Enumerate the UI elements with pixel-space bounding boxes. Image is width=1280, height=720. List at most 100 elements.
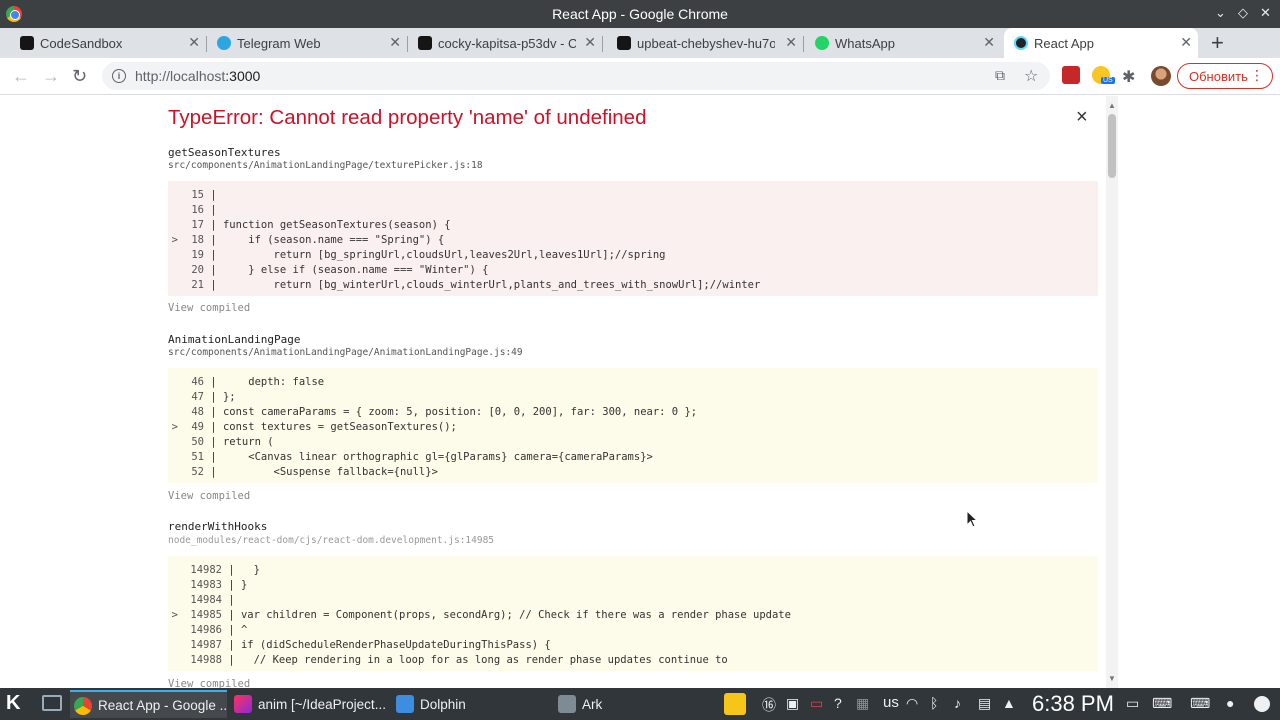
minimize-icon[interactable]: ⌄ bbox=[1215, 5, 1226, 21]
url-host: http://localhost bbox=[135, 68, 226, 84]
taskbar-item-ark[interactable]: Ark bbox=[554, 690, 704, 718]
tab-whatsapp[interactable]: WhatsApp ✕ bbox=[815, 28, 1001, 58]
code-line: 46 | depth: false bbox=[191, 376, 325, 388]
frame-function-name: AnimationLandingPage bbox=[168, 333, 301, 346]
taskbar-item-dolphin[interactable]: Dolphin bbox=[392, 690, 542, 718]
dolphin-icon bbox=[396, 695, 414, 713]
clipboard-icon[interactable]: ▤ bbox=[978, 695, 991, 712]
address-bar[interactable]: i http://localhost :3000 ⧉ ☆ bbox=[102, 62, 1050, 90]
code-line: 14987 | if (didScheduleRenderPhaseUpdate… bbox=[190, 639, 551, 651]
mouse-pointer-icon bbox=[966, 510, 978, 528]
reload-icon[interactable]: ↻ bbox=[72, 66, 87, 87]
forward-arrow-icon[interactable]: → bbox=[42, 66, 60, 87]
code-line: 48 | const cameraParams = { zoom: 5, pos… bbox=[191, 406, 698, 418]
bookmark-star-icon[interactable]: ☆ bbox=[1024, 66, 1038, 86]
close-tab-icon[interactable]: ✕ bbox=[389, 34, 401, 51]
frame-file-path[interactable]: node_modules/react-dom/cjs/react-dom.dev… bbox=[168, 535, 494, 546]
code-line-highlighted: >14985 | var children = Component(props,… bbox=[171, 609, 791, 621]
keyboard-icon[interactable]: ⌨ bbox=[1190, 695, 1210, 712]
code-line: 47 | }; bbox=[191, 391, 236, 403]
user-switcher-icon[interactable] bbox=[1254, 696, 1270, 712]
tray-update-icon[interactable]: ⑯ bbox=[762, 695, 776, 715]
show-desktop-icon[interactable]: ▭ bbox=[1126, 695, 1139, 712]
tray-help-icon[interactable]: ? bbox=[834, 695, 842, 711]
tab-separator bbox=[803, 36, 804, 52]
new-tab-button[interactable]: + bbox=[1211, 30, 1224, 56]
taskbar-item-label: anim [~/IdeaProject... bbox=[258, 696, 386, 712]
tab-label: CodeSandbox bbox=[40, 35, 123, 51]
info-icon[interactable]: i bbox=[112, 69, 126, 83]
code-line-highlighted: >18 | if (season.name === "Spring") { bbox=[171, 234, 445, 246]
error-title: TypeError: Cannot read property 'name' o… bbox=[168, 106, 647, 129]
desktop-pager-icon[interactable] bbox=[42, 695, 62, 711]
scrollbar-thumb[interactable] bbox=[1108, 114, 1116, 178]
tab-label: Telegram Web bbox=[237, 35, 321, 51]
tray-image-icon[interactable]: ▣ bbox=[786, 695, 799, 712]
tray-display-icon[interactable]: ▦ bbox=[856, 695, 869, 712]
window-titlebar: React App - Google Chrome ⌄ ◇ ✕ bbox=[0, 0, 1280, 28]
maximize-icon[interactable]: ◇ bbox=[1238, 5, 1248, 21]
tab-react-app[interactable]: React App ✕ bbox=[1004, 28, 1198, 58]
chrome-icon bbox=[74, 697, 92, 715]
scrollbar-track[interactable] bbox=[1106, 96, 1118, 688]
keyboard-layout[interactable]: us bbox=[883, 694, 899, 711]
system-taskbar: K React App - Google ... anim [~/IdeaPro… bbox=[0, 688, 1280, 720]
tab-cocky-kapitsa[interactable]: cocky-kapitsa-p53dv - Co ✕ bbox=[418, 28, 603, 58]
close-tab-icon[interactable]: ✕ bbox=[188, 34, 200, 51]
tray-screen-icon[interactable]: ▭ bbox=[810, 695, 823, 712]
close-tab-icon[interactable]: ✕ bbox=[1180, 34, 1192, 51]
tab-upbeat-chebyshev[interactable]: upbeat-chebyshev-hu7o ✕ bbox=[617, 28, 804, 58]
taskbar-item-label: Ark bbox=[582, 696, 603, 712]
profile-avatar[interactable] bbox=[1151, 66, 1171, 86]
translate-icon[interactable]: ⧉ bbox=[995, 67, 1005, 84]
code-line: 14986 | ^ bbox=[190, 624, 248, 636]
frame-function-name: renderWithHooks bbox=[168, 520, 268, 533]
view-compiled-link[interactable]: View compiled bbox=[168, 302, 250, 314]
tab-codesandbox[interactable]: CodeSandbox ✕ bbox=[20, 28, 207, 58]
code-line: 19 | return [bg_springUrl,cloudsUrl,leav… bbox=[191, 249, 666, 261]
kde-launcher-icon[interactable]: K bbox=[6, 692, 20, 715]
close-tab-icon[interactable]: ✕ bbox=[584, 34, 596, 51]
code-line: 52 | <Suspense fallback={null}> bbox=[191, 466, 438, 478]
codesandbox-icon bbox=[418, 36, 432, 50]
tab-telegram[interactable]: Telegram Web ✕ bbox=[217, 28, 408, 58]
tab-separator bbox=[206, 36, 207, 52]
bluetooth-icon[interactable]: ᛒ bbox=[930, 695, 938, 711]
clock[interactable]: 6:38 PM bbox=[1032, 691, 1114, 717]
code-snippet: 46 | depth: false 47 | }; 48 | const cam… bbox=[168, 368, 1098, 483]
code-line: 51 | <Canvas linear orthographic gl={glP… bbox=[191, 451, 653, 463]
frame-file-path[interactable]: src/components/AnimationLandingPage/text… bbox=[168, 160, 483, 171]
taskbar-item-chrome[interactable]: React App - Google ... bbox=[70, 690, 227, 718]
code-line: 14982 | } bbox=[190, 564, 260, 576]
notes-icon[interactable] bbox=[724, 693, 746, 715]
close-overlay-icon[interactable]: × bbox=[1076, 106, 1088, 129]
back-arrow-icon[interactable]: ← bbox=[12, 66, 30, 87]
tray-expand-icon[interactable]: ▲ bbox=[1002, 695, 1016, 711]
onscreen-keyboard-icon[interactable]: ⌨ bbox=[1152, 695, 1172, 712]
code-line: 14984 | bbox=[190, 594, 241, 606]
close-tab-icon[interactable]: ✕ bbox=[785, 34, 797, 51]
close-window-icon[interactable]: ✕ bbox=[1260, 5, 1271, 21]
frame-file-path[interactable]: src/components/AnimationLandingPage/Anim… bbox=[168, 347, 523, 358]
taskbar-item-intellij[interactable]: anim [~/IdeaProject... bbox=[230, 690, 388, 718]
view-compiled-link[interactable]: View compiled bbox=[168, 490, 250, 502]
scroll-down-arrow-icon[interactable]: ▼ bbox=[1108, 674, 1116, 683]
scroll-up-arrow-icon[interactable]: ▲ bbox=[1108, 101, 1116, 110]
extensions-puzzle-icon[interactable]: ✱ bbox=[1122, 67, 1135, 87]
update-button[interactable]: Обновить ⋮ bbox=[1177, 63, 1273, 89]
volume-icon[interactable]: ♪ bbox=[954, 695, 961, 711]
droplet-icon[interactable]: ● bbox=[1226, 695, 1234, 711]
page-content: TypeError: Cannot read property 'name' o… bbox=[0, 96, 1280, 688]
close-tab-icon[interactable]: ✕ bbox=[983, 34, 995, 51]
menu-dots-icon[interactable]: ⋮ bbox=[1250, 67, 1264, 84]
url-port: :3000 bbox=[225, 68, 261, 84]
code-line: 14988 | // Keep rendering in a loop for … bbox=[190, 654, 728, 666]
window-title: React App - Google Chrome bbox=[552, 6, 728, 22]
codesandbox-icon bbox=[617, 36, 631, 50]
tab-separator bbox=[602, 36, 603, 52]
extension-red-icon[interactable] bbox=[1062, 66, 1080, 84]
wifi-icon[interactable]: ◠ bbox=[906, 695, 918, 712]
view-compiled-link[interactable]: View compiled bbox=[168, 678, 250, 688]
update-button-label: Обновить bbox=[1189, 68, 1248, 84]
frame-function-name: getSeasonTextures bbox=[168, 146, 281, 159]
